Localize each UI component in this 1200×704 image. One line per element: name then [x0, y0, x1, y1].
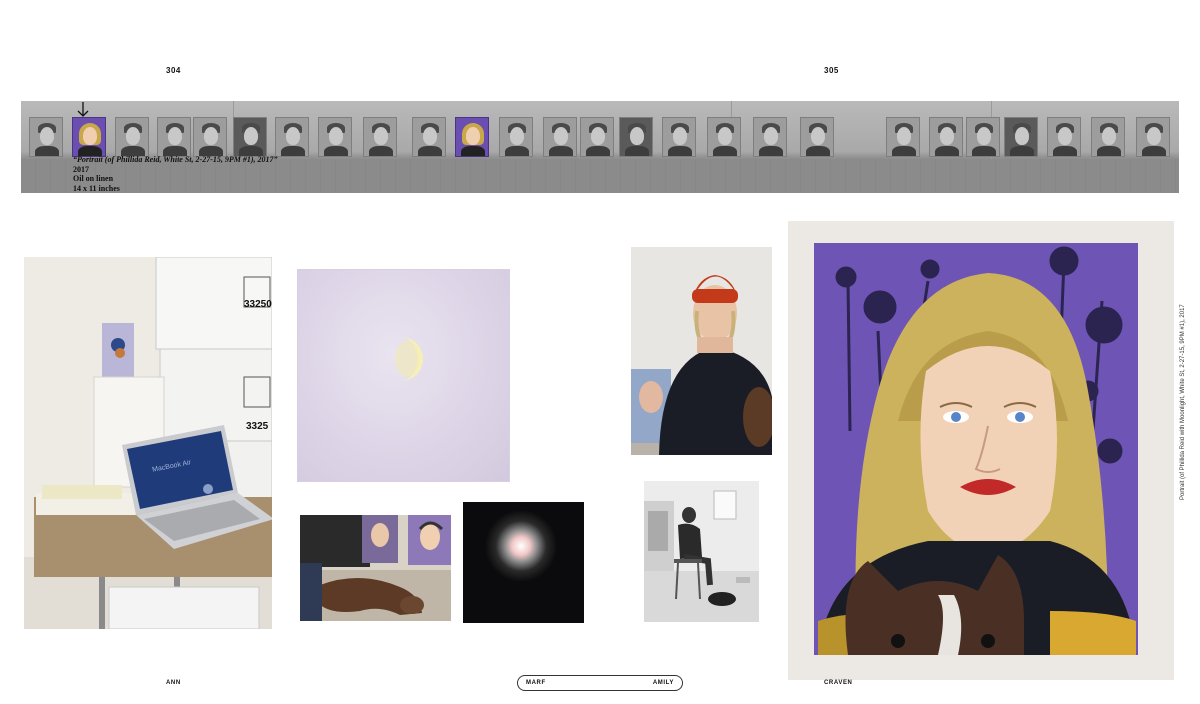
- footer-pill-right: AMILY: [652, 680, 674, 686]
- footer-pill: MARF AMILY: [517, 675, 683, 691]
- caption-title: “Portrait (of Phillida Reid, White St, 2…: [73, 155, 278, 164]
- footer-pill-left: MARF: [526, 680, 546, 686]
- box-label-bottom: 3325: [246, 421, 269, 432]
- box-label-top: 33250: [244, 299, 272, 310]
- page-number-left: 304: [166, 66, 181, 75]
- studio-photo: 33250 3325 MacBook Air: [24, 257, 272, 629]
- footer-right-label: CRAVEN: [824, 680, 853, 686]
- moon-painting: [297, 269, 510, 482]
- artwork-caption: “Portrait (of Phillida Reid, White St, 2…: [73, 155, 278, 193]
- page-number-right: 305: [824, 66, 839, 75]
- caption-year: 2017: [73, 164, 89, 174]
- night-moon-painting: [463, 502, 584, 623]
- artist-photo: [631, 247, 772, 455]
- dog-photo: [300, 515, 451, 621]
- main-portrait-painting: [788, 221, 1174, 680]
- footer-left-label: ANN: [166, 680, 181, 686]
- bw-studio-photo: [644, 481, 759, 622]
- caption-medium: Oil on linen: [73, 174, 114, 183]
- arrow-down-icon: [77, 102, 89, 117]
- side-caption: Portrait (of Phillida Reid with Moonligh…: [1180, 304, 1186, 500]
- caption-dimensions: 14 x 11 inches: [73, 183, 120, 193]
